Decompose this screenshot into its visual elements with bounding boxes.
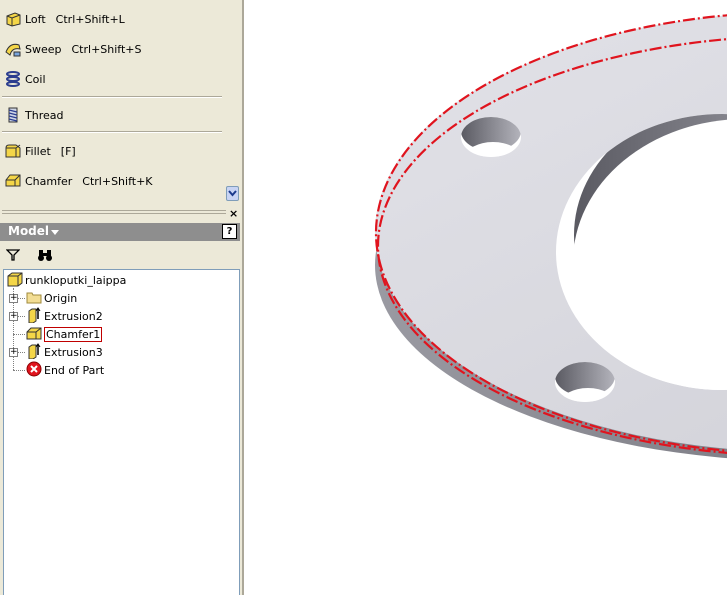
- part-icon: [7, 271, 23, 290]
- extrusion-icon: [26, 342, 42, 362]
- loft-icon: [4, 10, 22, 28]
- panel-bar: Loft Ctrl+Shift+L Sweep Ctrl+Shift+S Coi…: [0, 0, 226, 203]
- tree-root[interactable]: runkloputki_laippa: [7, 271, 126, 289]
- tree-line: [13, 334, 25, 335]
- tool-loft[interactable]: Loft Ctrl+Shift+L: [4, 8, 125, 30]
- help-button[interactable]: ?: [222, 224, 237, 239]
- separator: [2, 131, 222, 133]
- filter-icon[interactable]: [5, 248, 21, 265]
- tool-fillet[interactable]: Fillet [F]: [4, 140, 76, 162]
- tree-item-extrusion3[interactable]: Extrusion3: [26, 342, 103, 362]
- tool-thread[interactable]: Thread: [4, 104, 63, 126]
- tree-line: [13, 370, 25, 371]
- graphics-window[interactable]: [244, 0, 727, 595]
- fillet-icon: [4, 142, 22, 160]
- chamfer-icon: [26, 325, 42, 344]
- end-of-part-icon: [26, 361, 42, 380]
- tree-item-end-of-part[interactable]: End of Part: [26, 361, 104, 379]
- tool-chamfer[interactable]: Chamfer Ctrl+Shift+K: [4, 170, 153, 192]
- close-panel-button[interactable]: ×: [229, 207, 238, 220]
- tree-line: [17, 316, 25, 317]
- scroll-down-button[interactable]: [226, 186, 239, 201]
- chamfer-icon: [4, 172, 22, 190]
- browser-header: Model ?: [0, 223, 240, 241]
- left-panel: Loft Ctrl+Shift+L Sweep Ctrl+Shift+S Coi…: [0, 0, 244, 595]
- extrusion-icon: [26, 306, 42, 326]
- sweep-icon: [4, 40, 22, 58]
- expand-origin-toggle[interactable]: +: [9, 294, 18, 303]
- panel-splitter[interactable]: [2, 210, 226, 216]
- expand-extrusion3-toggle[interactable]: +: [9, 348, 18, 357]
- thread-icon: [4, 106, 22, 124]
- model-browser-tree: runkloputki_laippa + Origin + Extrusion2…: [3, 269, 240, 595]
- chevron-down-icon[interactable]: [51, 230, 59, 235]
- separator: [2, 96, 222, 98]
- browser-title-dropdown[interactable]: Model: [8, 224, 49, 238]
- binoculars-icon[interactable]: [37, 248, 53, 265]
- expand-extrusion2-toggle[interactable]: +: [9, 312, 18, 321]
- flange-model-view[interactable]: [244, 0, 727, 595]
- tree-item-chamfer1[interactable]: Chamfer1: [26, 325, 103, 344]
- tree-item-extrusion2[interactable]: Extrusion2: [26, 306, 103, 326]
- tree-item-origin[interactable]: Origin: [26, 289, 77, 307]
- tool-coil[interactable]: Coil: [4, 68, 46, 90]
- tree-line: [17, 298, 25, 299]
- tree-line: [17, 352, 25, 353]
- tool-sweep[interactable]: Sweep Ctrl+Shift+S: [4, 38, 142, 60]
- folder-icon: [26, 290, 42, 307]
- coil-icon: [4, 70, 22, 88]
